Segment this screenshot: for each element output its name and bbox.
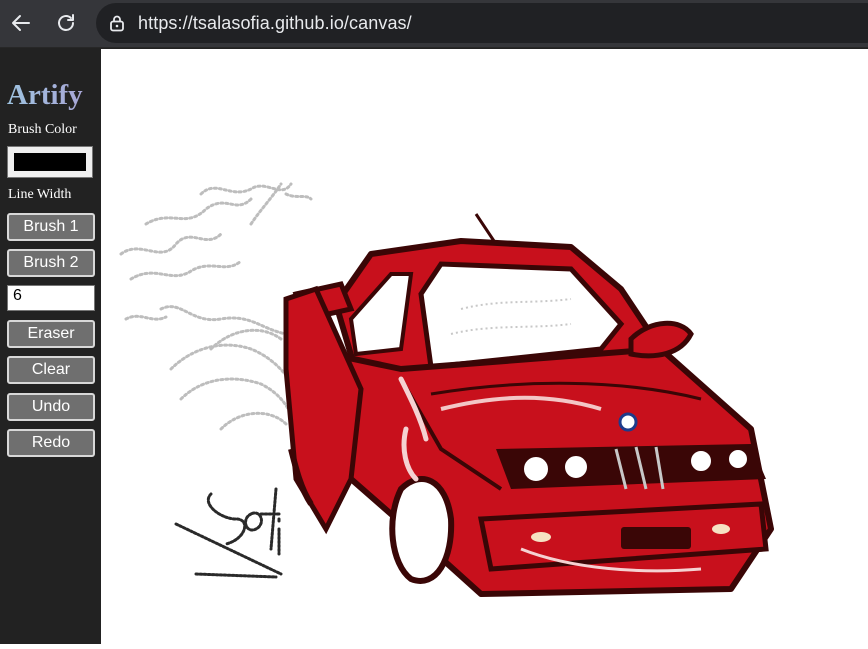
line-width-input[interactable]: 6: [7, 285, 95, 311]
sidebar: Artify Brush Color Line Width Brush 1 Br…: [0, 49, 101, 644]
red-car: [283, 213, 774, 597]
artist-signature: [174, 487, 283, 579]
brush-color-swatch: [14, 153, 86, 171]
redo-button[interactable]: Redo: [7, 429, 95, 457]
line-width-label: Line Width: [8, 187, 72, 202]
arrow-left-icon: [12, 15, 30, 31]
eraser-button[interactable]: Eraser: [7, 320, 95, 348]
reload-icon: [58, 14, 74, 31]
address-bar[interactable]: https://tsalasofia.github.io/canvas/: [96, 3, 868, 43]
drawing-canvas[interactable]: [101, 49, 868, 644]
app-title: Artify: [7, 79, 83, 111]
browser-toolbar: https://tsalasofia.github.io/canvas/: [0, 0, 868, 49]
brush1-button[interactable]: Brush 1: [7, 213, 95, 241]
reload-button[interactable]: [51, 8, 81, 38]
brush-color-picker[interactable]: [7, 146, 93, 178]
brush2-button[interactable]: Brush 2: [7, 249, 95, 277]
clear-button[interactable]: Clear: [7, 356, 95, 384]
site-info-icon[interactable]: [108, 14, 126, 32]
undo-button[interactable]: Undo: [7, 393, 95, 421]
smoke-strokes: [119, 182, 313, 431]
canvas-drawing: [119, 182, 774, 597]
url-text[interactable]: https://tsalasofia.github.io/canvas/: [138, 13, 412, 34]
back-button[interactable]: [6, 8, 36, 38]
brush-color-label: Brush Color: [8, 122, 77, 137]
